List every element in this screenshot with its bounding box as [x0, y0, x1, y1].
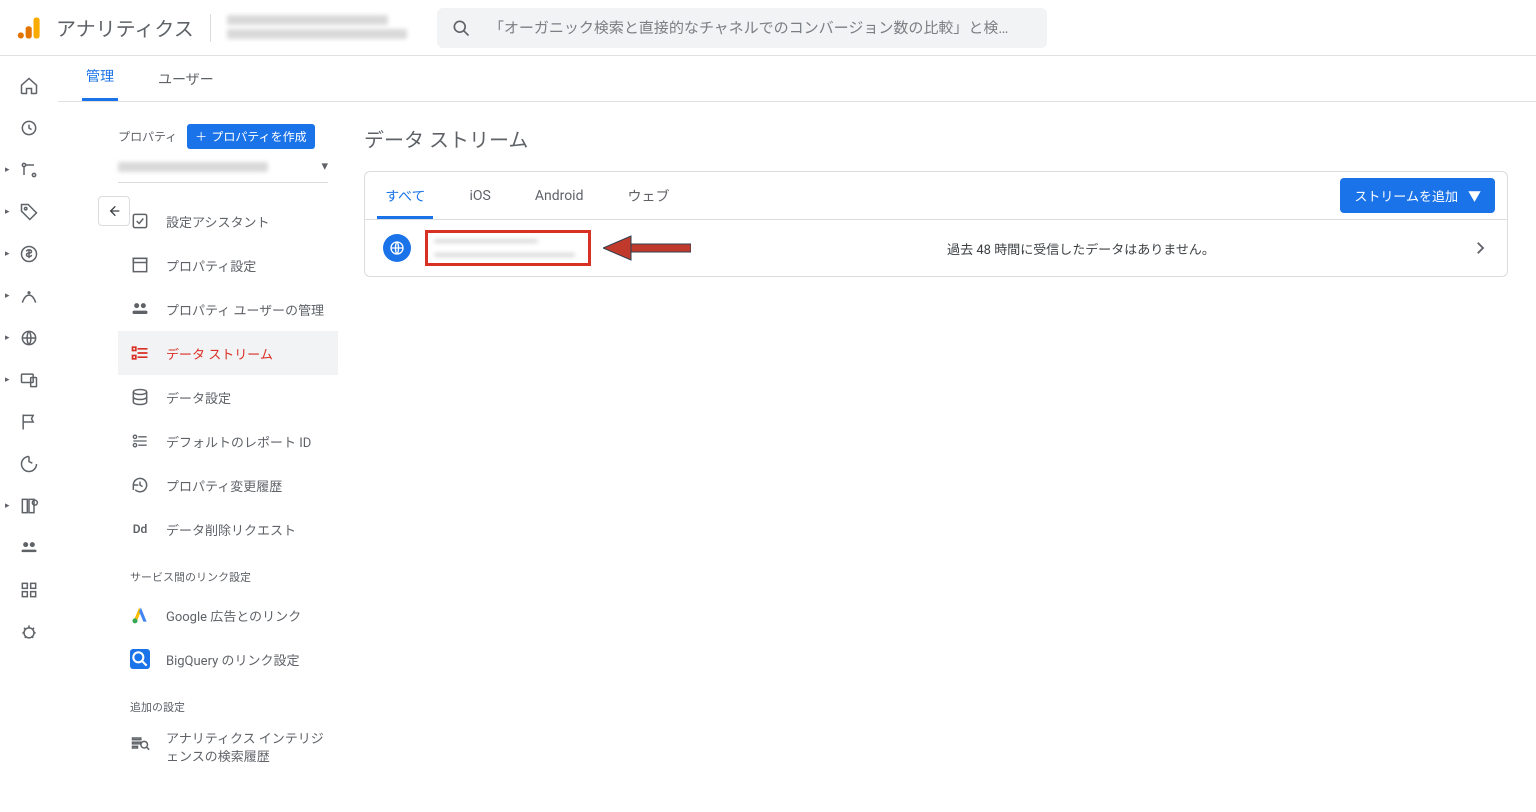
rail-tag-icon[interactable]: ▸: [17, 200, 41, 224]
sidebar-bigquery[interactable]: BigQuery のリンク設定: [118, 637, 338, 681]
create-property-button[interactable]: ＋ プロパティを作成: [187, 124, 314, 149]
caret-down-icon: ▾: [321, 159, 328, 174]
sidebar-item-label: データ設定: [166, 388, 231, 407]
divider: [210, 14, 211, 42]
stream-tabs: すべて iOS Android ウェブ ストリームを追加 ▼: [365, 172, 1507, 220]
sidebar-item-label: プロパティ ユーザーの管理: [166, 300, 324, 319]
search-icon: [451, 18, 471, 38]
rail-retention-icon[interactable]: [17, 452, 41, 476]
section-links-heading: サービス間のリンク設定: [130, 569, 358, 585]
sidebar-default-report-id[interactable]: デフォルトのレポート ID: [118, 419, 338, 463]
stream-status: 過去 48 時間に受信したデータはありません。: [691, 239, 1471, 258]
tab-admin[interactable]: 管理: [82, 66, 118, 101]
stream-tab-all[interactable]: すべて: [377, 172, 433, 219]
rail-audience-icon[interactable]: [17, 536, 41, 560]
stream-tab-ios[interactable]: iOS: [461, 172, 498, 219]
rail-devices-icon[interactable]: ▸: [17, 368, 41, 392]
rail-configure-icon[interactable]: [17, 578, 41, 602]
sidebar-setup-assistant[interactable]: 設定アシスタント: [118, 199, 338, 243]
account-selector[interactable]: [227, 11, 417, 45]
collapse-sidebar-button[interactable]: [98, 196, 130, 226]
app-title: アナリティクス: [56, 13, 194, 42]
stream-row[interactable]: 過去 48 時間に受信したデータはありません。: [365, 220, 1507, 276]
bigquery-icon: [130, 649, 150, 669]
globe-icon: [383, 234, 411, 262]
rail-library-icon[interactable]: ▸: [17, 494, 41, 518]
streams-card: すべて iOS Android ウェブ ストリームを追加 ▼: [364, 171, 1508, 277]
property-label: プロパティ: [118, 128, 177, 145]
stream-tab-android[interactable]: Android: [527, 172, 592, 219]
sidebar-change-history[interactable]: プロパティ変更履歴: [118, 463, 338, 507]
property-selector[interactable]: ▾: [118, 155, 328, 183]
page-body: データ ストリーム すべて iOS Android ウェブ ストリームを追加 ▼: [358, 102, 1536, 812]
sidebar-data-settings[interactable]: データ設定: [118, 375, 338, 419]
rail-monetization-icon[interactable]: ▸: [17, 242, 41, 266]
rail-events-icon[interactable]: ▸: [17, 158, 41, 182]
add-stream-label: ストリームを追加: [1354, 186, 1458, 205]
caret-down-icon: ▼: [1468, 186, 1481, 205]
page-title: データ ストリーム: [364, 124, 1508, 153]
plus-icon: ＋: [195, 128, 207, 145]
sidebar-item-label: BigQuery のリンク設定: [166, 650, 299, 669]
google-ads-icon: [130, 605, 150, 625]
admin-tabs: 管理 ユーザー: [58, 56, 1536, 102]
section-additional-heading: 追加の設定: [130, 699, 358, 715]
rail-realtime-icon[interactable]: [17, 116, 41, 140]
sidebar-item-label: デフォルトのレポート ID: [166, 432, 311, 451]
sidebar-item-label: プロパティ変更履歴: [166, 476, 282, 495]
add-stream-button[interactable]: ストリームを追加 ▼: [1340, 178, 1495, 213]
sidebar-item-label: プロパティ設定: [166, 256, 256, 275]
rail-explore-icon[interactable]: ▸: [17, 284, 41, 308]
create-property-label: プロパティを作成: [211, 128, 306, 145]
sidebar-data-streams[interactable]: データ ストリーム: [118, 331, 338, 375]
arrow-left-icon: [106, 203, 122, 219]
search-box[interactable]: 「オーガニック検索と直接的なチャネルでのコンバージョン数の比較」と検…: [437, 8, 1047, 48]
rail-flag-icon[interactable]: [17, 410, 41, 434]
sidebar-item-label: Google 広告とのリンク: [166, 606, 301, 625]
callout-arrow-icon: [603, 234, 691, 262]
sidebar-item-label: アナリティクス インテリジェンスの検索履歴: [166, 731, 326, 767]
sidebar-delete-requests[interactable]: Dd データ削除リクエスト: [118, 507, 338, 551]
ga-logo-icon: [16, 14, 44, 42]
stream-name-highlight: [425, 230, 591, 266]
stream-tab-web[interactable]: ウェブ: [619, 172, 677, 219]
left-rail: ▸ ▸ ▸ ▸ ▸ ▸ ▸: [0, 56, 58, 812]
sidebar-property-settings[interactable]: プロパティ設定: [118, 243, 338, 287]
rail-debug-icon[interactable]: [17, 620, 41, 644]
sidebar-intelligence[interactable]: アナリティクス インテリジェンスの検索履歴: [118, 723, 338, 775]
sidebar-item-label: データ ストリーム: [166, 344, 273, 363]
sidebar-item-label: データ削除リクエスト: [166, 520, 296, 539]
search-placeholder: 「オーガニック検索と直接的なチャネルでのコンバージョン数の比較」と検…: [489, 17, 1009, 38]
top-header: アナリティクス 「オーガニック検索と直接的なチャネルでのコンバージョン数の比較」…: [0, 0, 1536, 56]
sidebar-google-ads[interactable]: Google 広告とのリンク: [118, 593, 338, 637]
rail-home-icon[interactable]: [17, 74, 41, 98]
dd-icon: Dd: [130, 522, 150, 536]
rail-geo-icon[interactable]: ▸: [17, 326, 41, 350]
tab-user[interactable]: ユーザー: [154, 69, 218, 101]
sidebar-item-label: 設定アシスタント: [166, 212, 269, 231]
chevron-right-icon: [1471, 239, 1489, 257]
sidebar-property-users[interactable]: プロパティ ユーザーの管理: [118, 287, 338, 331]
